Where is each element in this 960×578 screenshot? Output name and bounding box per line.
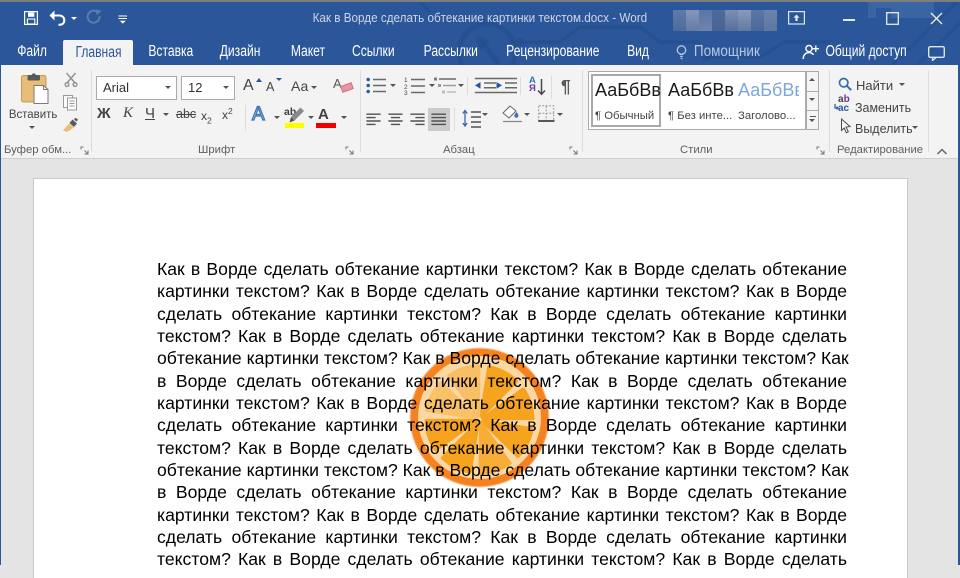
svg-text:1: 1 — [404, 77, 408, 84]
svg-text:3: 3 — [404, 90, 408, 95]
